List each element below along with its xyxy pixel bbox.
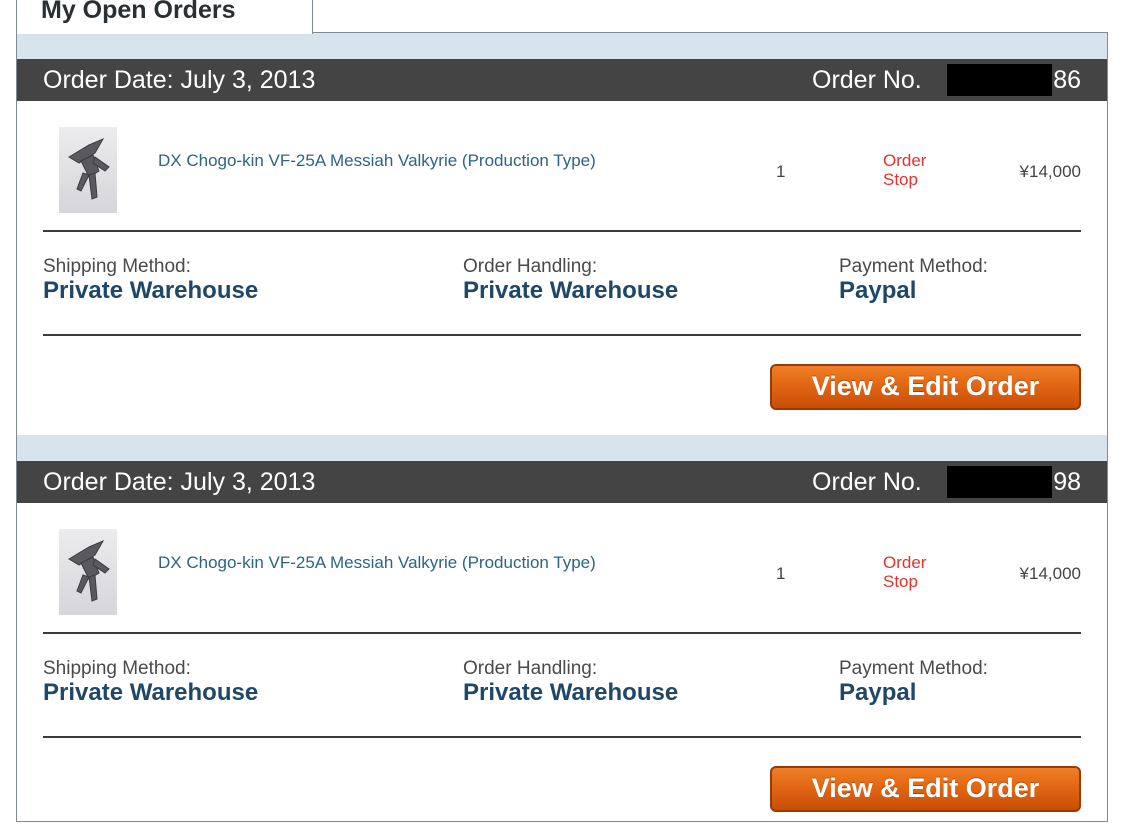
order-date: Order Date: July 3, 2013 — [43, 66, 316, 94]
item-name-link[interactable]: DX Chogo-kin VF-25A Messiah Valkyrie (Pr… — [158, 151, 678, 170]
order-number-redaction — [947, 466, 1052, 498]
shipping-method: Shipping Method: Private Warehouse — [43, 658, 258, 706]
payment-method: Payment Method: Paypal — [839, 658, 988, 706]
order-number-suffix: 98 — [1053, 468, 1081, 496]
order-action-row: View & Edit Order — [17, 338, 1107, 436]
shipping-method-label: Shipping Method: — [43, 658, 191, 679]
item-price: ¥14,000 — [1019, 564, 1081, 583]
item-status: Order Stop — [883, 151, 927, 189]
order-action-row: View & Edit Order — [17, 740, 1107, 838]
order-header: Order Date: July 3, 2013 Order No. 86 — [17, 59, 1107, 101]
order-handling: Order Handling: Private Warehouse — [463, 256, 678, 304]
order-info-row: Shipping Method: Private Warehouse Order… — [17, 634, 1107, 740]
payment-method-label: Payment Method: — [839, 658, 988, 679]
payment-method: Payment Method: Paypal — [839, 256, 988, 304]
order-number-label: Order No. — [812, 66, 922, 94]
mecha-figure-thumbnail-icon[interactable] — [59, 529, 117, 615]
orders-panel: Order Date: July 3, 2013 Order No. 86 DX… — [16, 32, 1108, 822]
payment-method-value: Paypal — [839, 679, 917, 706]
payment-method-label: Payment Method: — [839, 256, 988, 277]
order-number-label: Order No. — [812, 468, 922, 496]
order-card: Order Date: July 3, 2013 Order No. 86 DX… — [17, 33, 1107, 436]
shipping-method: Shipping Method: Private Warehouse — [43, 256, 258, 304]
order-number-suffix: 86 — [1053, 66, 1081, 94]
order-number-redaction — [947, 64, 1052, 96]
divider — [43, 736, 1081, 738]
payment-method-value: Paypal — [839, 277, 917, 304]
view-edit-order-button[interactable]: View & Edit Order — [770, 766, 1081, 812]
order-handling-label: Order Handling: — [463, 658, 598, 679]
item-quantity: 1 — [776, 162, 786, 181]
order-spacer — [17, 33, 1107, 59]
order-handling-label: Order Handling: — [463, 256, 598, 277]
order-card: Order Date: July 3, 2013 Order No. 98 DX… — [17, 435, 1107, 838]
order-handling: Order Handling: Private Warehouse — [463, 658, 678, 706]
item-name-link[interactable]: DX Chogo-kin VF-25A Messiah Valkyrie (Pr… — [158, 553, 678, 572]
shipping-method-value: Private Warehouse — [43, 679, 259, 706]
order-handling-value: Private Warehouse — [463, 679, 679, 706]
order-item-row: DX Chogo-kin VF-25A Messiah Valkyrie (Pr… — [17, 101, 1107, 232]
order-handling-value: Private Warehouse — [463, 277, 679, 304]
order-header: Order Date: July 3, 2013 Order No. 98 — [17, 461, 1107, 503]
item-quantity: 1 — [776, 564, 786, 583]
mecha-figure-thumbnail-icon[interactable] — [59, 127, 117, 213]
item-price: ¥14,000 — [1019, 162, 1081, 181]
page-title: My Open Orders — [41, 0, 236, 24]
shipping-method-label: Shipping Method: — [43, 256, 191, 277]
order-date: Order Date: July 3, 2013 — [43, 468, 316, 496]
divider — [43, 334, 1081, 336]
shipping-method-value: Private Warehouse — [43, 277, 259, 304]
order-info-row: Shipping Method: Private Warehouse Order… — [17, 232, 1107, 338]
page-tab: My Open Orders — [16, 0, 313, 34]
view-edit-order-button[interactable]: View & Edit Order — [770, 364, 1081, 410]
order-spacer — [17, 435, 1107, 461]
item-status: Order Stop — [883, 553, 927, 591]
order-item-row: DX Chogo-kin VF-25A Messiah Valkyrie (Pr… — [17, 503, 1107, 634]
